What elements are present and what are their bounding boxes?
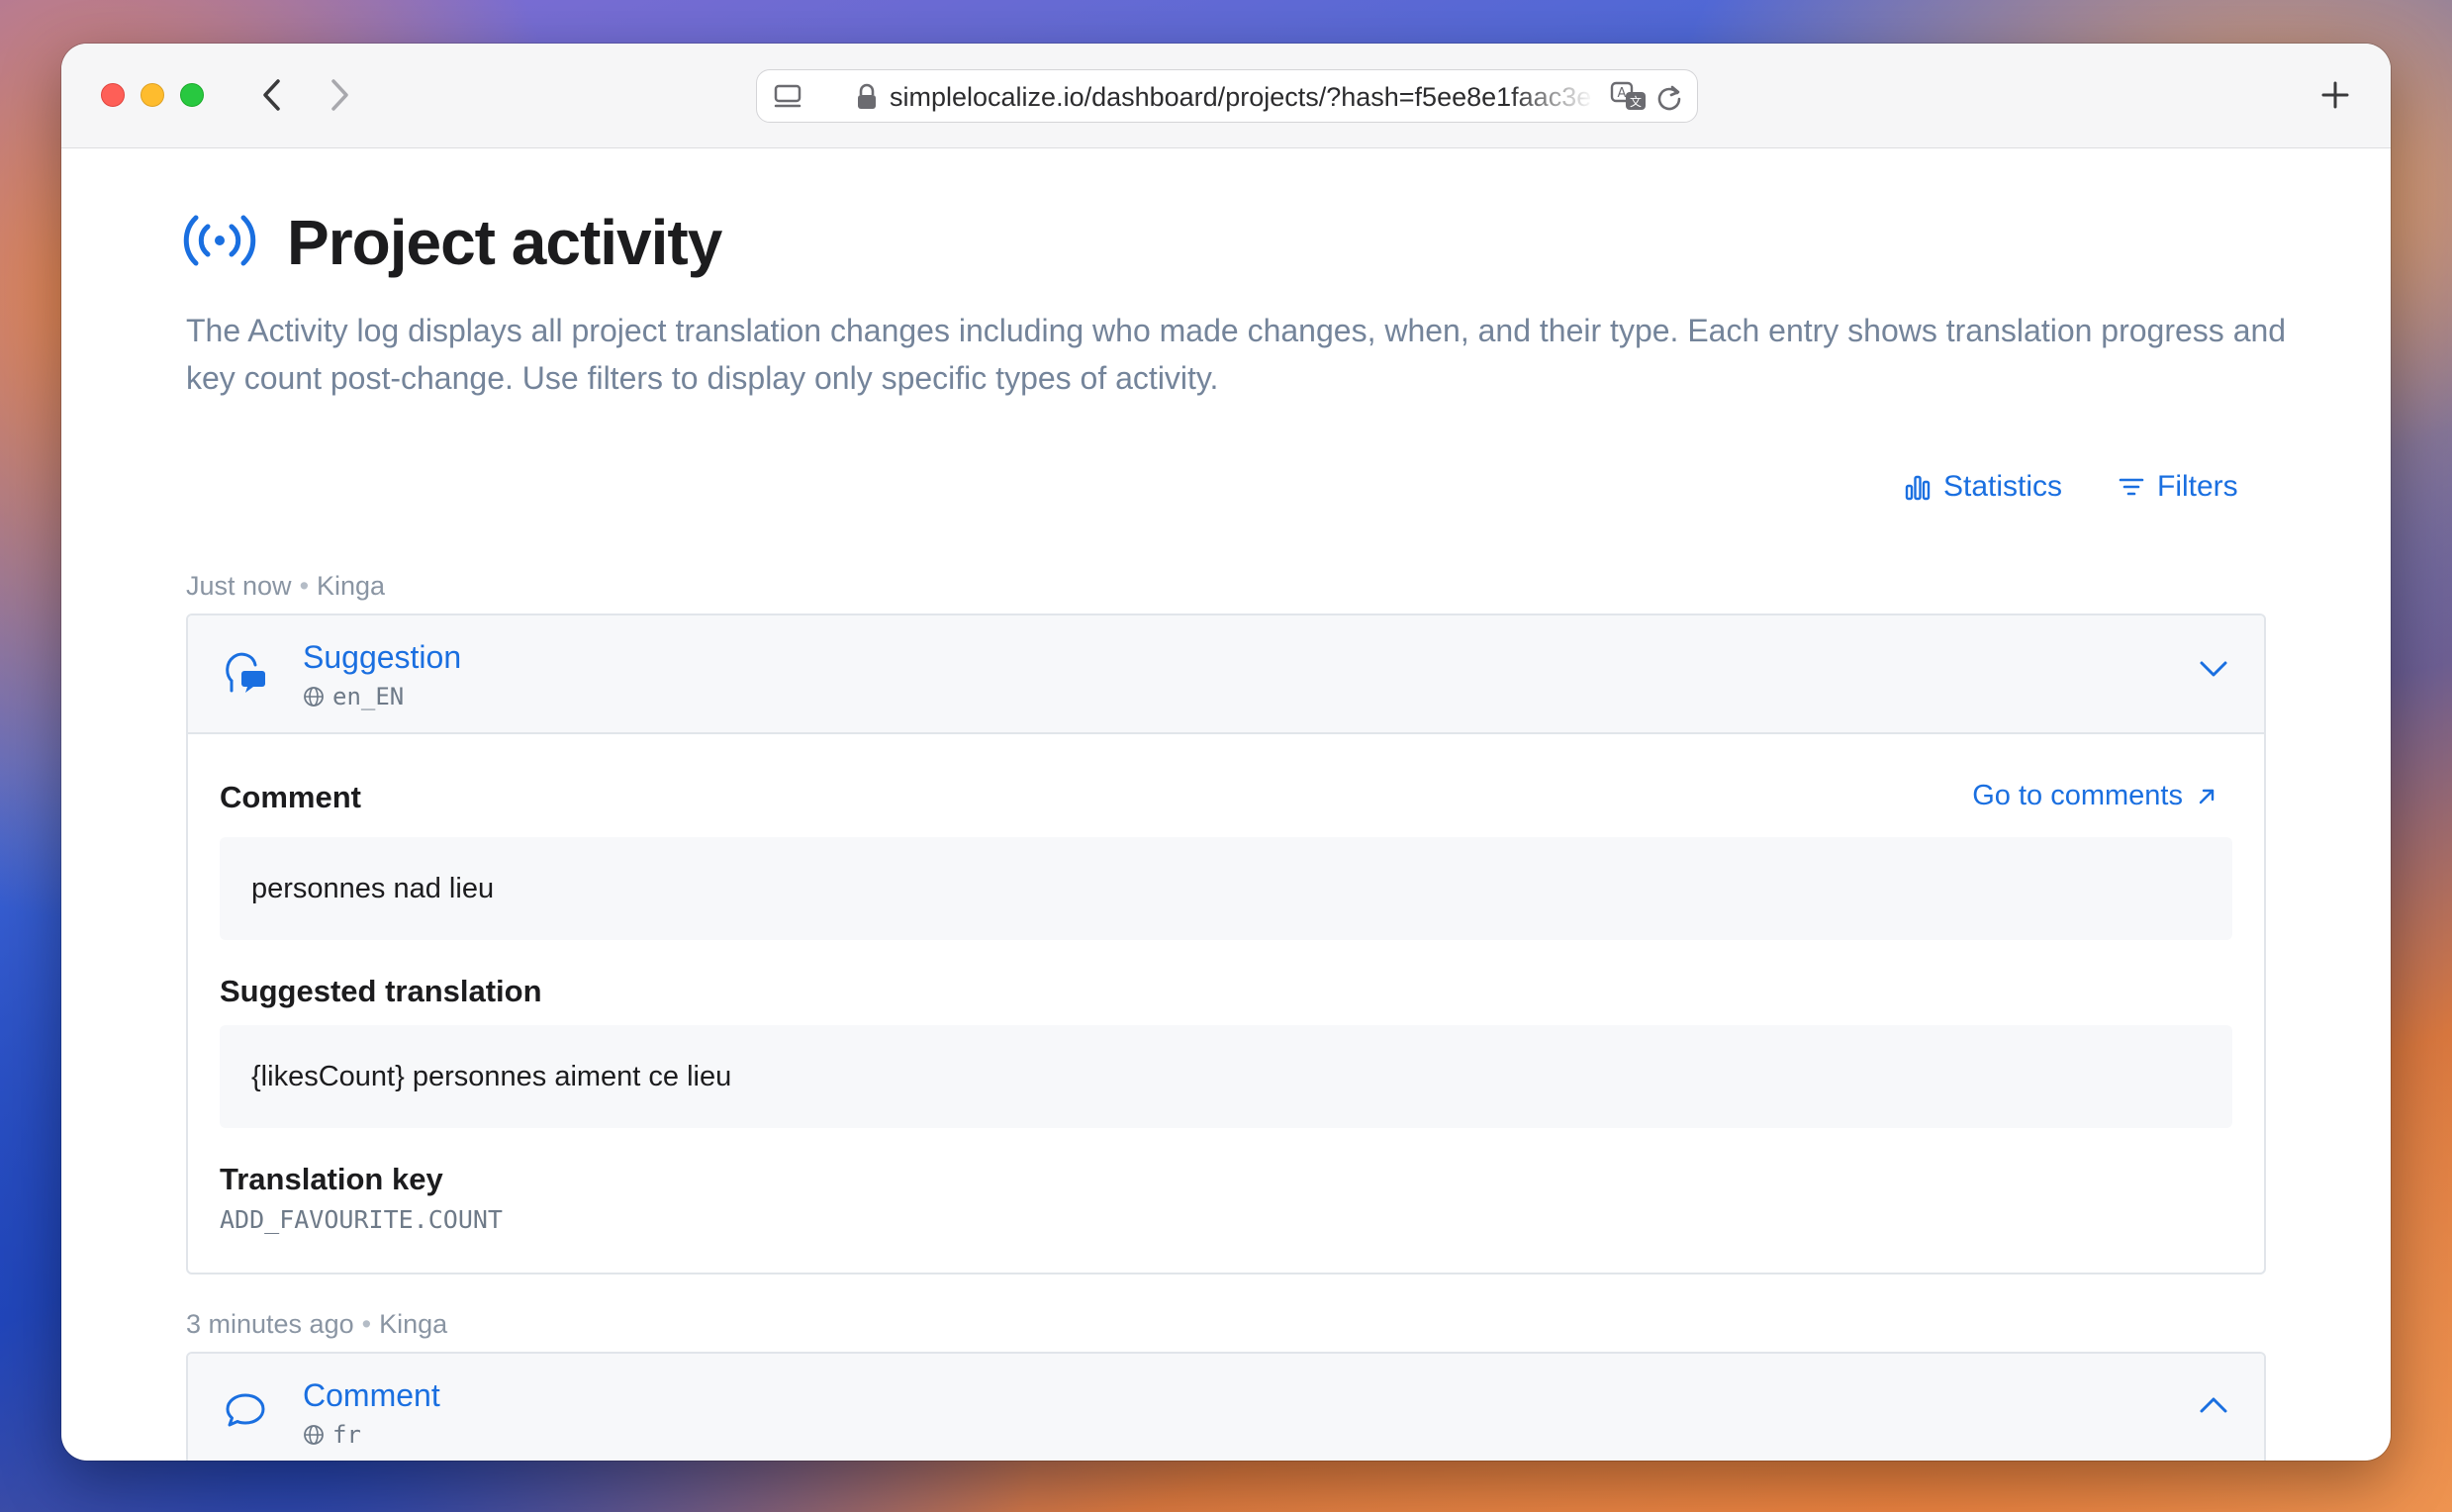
activity-type: Suggestion xyxy=(303,639,462,675)
locale-code: en_EN xyxy=(332,683,405,710)
browser-window: simplelocalize.io/dashboard/projects/?ha… xyxy=(61,44,2391,1461)
filters-button[interactable]: Filters xyxy=(2118,463,2238,511)
svg-text:A: A xyxy=(1618,86,1627,101)
chevron-up-icon[interactable] xyxy=(2199,1395,2228,1415)
activity-user: Kinga xyxy=(379,1309,448,1339)
minimize-window-button[interactable] xyxy=(141,83,164,107)
broadcast-icon xyxy=(183,215,256,266)
activity-header[interactable]: Suggestion en_EN xyxy=(188,615,2264,734)
suggestion-icon xyxy=(226,652,265,693)
globe-icon xyxy=(304,1425,324,1445)
go-to-comments-label: Go to comments xyxy=(1972,780,2183,811)
page-title: Project activity xyxy=(287,207,722,278)
activity-meta: Just now • Kinga xyxy=(186,570,385,602)
filter-icon xyxy=(2119,478,2144,496)
activity-card-suggestion: Suggestion en_EN Comment Go to comments xyxy=(186,614,2266,1275)
browser-toolbar: simplelocalize.io/dashboard/projects/?ha… xyxy=(61,44,2391,148)
page-description: The Activity log displays all project tr… xyxy=(186,313,2287,396)
comment-label: Comment xyxy=(220,780,361,814)
activity-type: Comment xyxy=(303,1377,440,1413)
statistics-label: Statistics xyxy=(1943,470,2063,503)
activity-card-comment: Comment fr xyxy=(186,1352,2266,1461)
filters-label: Filters xyxy=(2157,470,2238,503)
lock-icon xyxy=(858,83,876,109)
close-window-button[interactable] xyxy=(101,83,125,107)
activity-locale: en_EN xyxy=(303,683,404,710)
zoom-window-button[interactable] xyxy=(180,83,204,107)
globe-icon xyxy=(304,687,324,707)
activity-meta: 3 minutes ago • Kinga xyxy=(186,1308,447,1340)
activity-header[interactable]: Comment fr xyxy=(188,1354,2264,1461)
activity-locale: fr xyxy=(303,1421,361,1449)
translation-key-label: Translation key xyxy=(220,1162,443,1196)
speech-bubble-icon xyxy=(226,1393,265,1427)
address-bar[interactable]: simplelocalize.io/dashboard/projects/?ha… xyxy=(756,69,1698,123)
new-tab-button[interactable] xyxy=(2313,73,2357,117)
translation-key-value[interactable]: ADD_FAVOURITE.COUNT xyxy=(220,1203,503,1237)
back-button[interactable] xyxy=(249,73,293,117)
activity-time: 3 minutes ago xyxy=(186,1309,354,1339)
meta-separator: • xyxy=(361,1309,372,1339)
locale-code: fr xyxy=(332,1421,361,1449)
meta-separator: • xyxy=(299,571,310,601)
activity-user: Kinga xyxy=(317,571,386,601)
suggested-translation-value: {likesCount} personnes aiment ce lieu xyxy=(220,1025,2232,1128)
chevron-right-icon xyxy=(331,79,348,111)
bar-chart-icon xyxy=(1905,475,1931,501)
page-menu-icon[interactable] xyxy=(773,83,802,111)
suggested-translation-label: Suggested translation xyxy=(220,974,542,1008)
forward-button[interactable] xyxy=(319,73,362,117)
translate-icon[interactable]: A 文 xyxy=(1610,80,1648,114)
reload-icon[interactable] xyxy=(1655,83,1683,111)
chevron-down-icon[interactable] xyxy=(2199,659,2228,679)
activity-time: Just now xyxy=(186,571,292,601)
svg-text:文: 文 xyxy=(1630,94,1642,109)
chevron-left-icon xyxy=(263,79,280,111)
comment-value: personnes nad lieu xyxy=(220,837,2232,940)
go-to-comments-link[interactable]: Go to comments xyxy=(1972,780,2216,812)
arrow-up-right-icon xyxy=(2199,789,2215,803)
page-content: Project activity The Activity log displa… xyxy=(61,148,2391,1461)
statistics-button[interactable]: Statistics xyxy=(1904,463,2062,511)
url-text[interactable]: simplelocalize.io/dashboard/projects/?ha… xyxy=(890,82,1594,112)
plus-icon xyxy=(2321,81,2349,109)
